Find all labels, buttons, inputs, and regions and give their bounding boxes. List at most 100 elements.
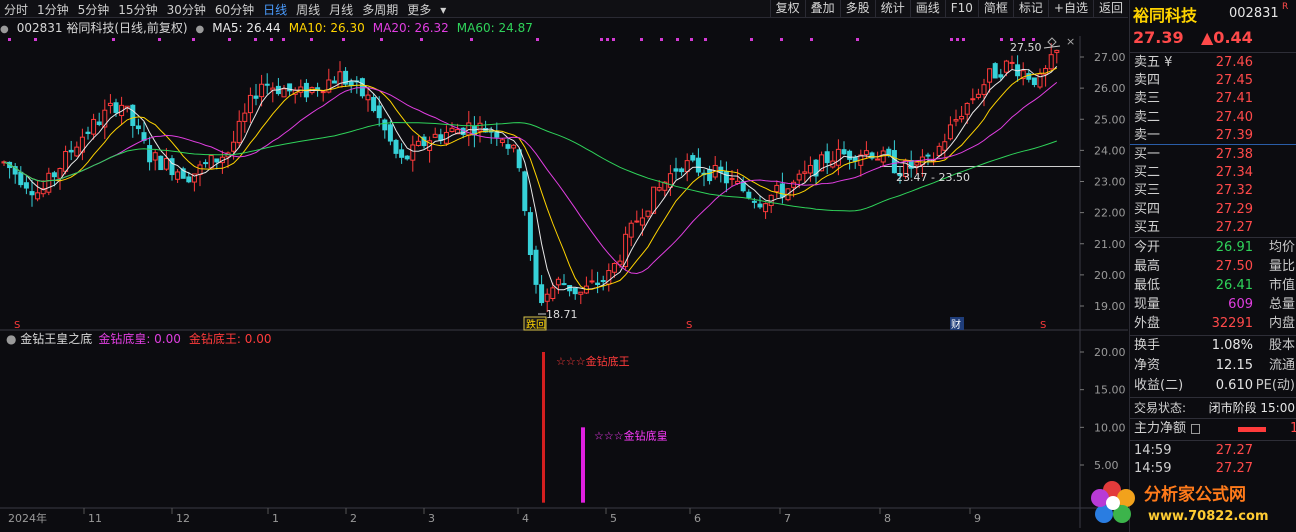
detail-icon[interactable]	[1191, 424, 1200, 434]
period-tab-3[interactable]: 15分钟	[118, 1, 157, 18]
candle-body	[757, 203, 763, 208]
s-marker[interactable]: S	[686, 320, 692, 331]
last-price: 27.39	[1133, 28, 1184, 47]
candle-body	[690, 155, 696, 161]
collapse-icon[interactable]: ●	[0, 24, 9, 35]
candle-body	[953, 119, 959, 122]
candle-body	[679, 168, 685, 173]
indicator-axis: 20.00 15.00 10.00 5.00	[1080, 346, 1126, 472]
candle-body	[259, 83, 265, 98]
candle-body	[135, 125, 141, 130]
toolbar-button-5[interactable]: F10	[944, 0, 978, 18]
time-label: 2024年	[8, 511, 47, 525]
ask-row: 卖五 ¥27.46	[1134, 55, 1253, 70]
toolbar-button-0[interactable]: 复权	[769, 0, 805, 18]
stat2-row: 换手 1.08% 股本	[1134, 338, 1295, 353]
candle-body	[987, 68, 993, 83]
price-tick: 25.00	[1094, 113, 1126, 126]
period-tab-0[interactable]: 分时	[4, 1, 28, 18]
toolbar-button-8[interactable]: +自选	[1047, 0, 1093, 18]
candle-body	[1026, 73, 1032, 80]
price-change: ▲0.44	[1201, 28, 1253, 47]
candle-body	[634, 220, 640, 223]
candle-body	[959, 115, 965, 120]
candle-body	[751, 200, 757, 203]
candle-body	[281, 88, 287, 98]
stock-code: 002831	[1229, 6, 1279, 21]
indicator-tick: 20.00	[1094, 346, 1126, 359]
toolbar-button-7[interactable]: 标记	[1012, 0, 1048, 18]
stock-title: 002831 裕同科技(日线,前复权)	[16, 21, 188, 35]
indicator-tick: 5.00	[1094, 459, 1119, 472]
ma20-value: MA20: 26.32	[372, 21, 449, 35]
period-toolbar: 分时 1分钟 5分钟 15分钟 30分钟 60分钟 日线 周线 月线 多周期 更多 ▾ 复权 叠加 多股统…	[0, 0, 1128, 18]
rebound-marker[interactable]: 跌回	[526, 318, 546, 331]
toolbar-button-2[interactable]: 多股	[839, 0, 875, 18]
candle-body	[914, 161, 920, 166]
watermark-text: 分析家公式网	[1144, 484, 1246, 505]
s-marker[interactable]: S	[1040, 320, 1046, 331]
candle-body	[29, 191, 35, 196]
candle-body	[550, 287, 556, 300]
period-tab-9[interactable]: 多周期	[362, 1, 398, 18]
king-bar	[542, 352, 545, 503]
watermark-url: www.70822.com	[1148, 509, 1269, 524]
more-dropdown-icon[interactable]: ▾	[440, 3, 446, 17]
candle-body	[152, 152, 158, 161]
candle-body	[331, 80, 337, 84]
toolbar-button-9[interactable]: 返回	[1092, 0, 1128, 18]
candle-body	[1054, 49, 1060, 53]
ma10-value: MA10: 26.30	[288, 21, 365, 35]
candle-body	[415, 140, 421, 147]
period-tab-6[interactable]: 日线	[263, 1, 287, 18]
candle-body	[242, 112, 248, 122]
candle-body	[163, 158, 169, 170]
candle-body	[998, 74, 1004, 78]
period-tab-5[interactable]: 60分钟	[215, 1, 254, 18]
collapse-icon[interactable]: ●	[6, 332, 20, 346]
period-tab-10[interactable]: 更多	[407, 1, 431, 18]
stock-name: 裕同科技	[1133, 6, 1198, 25]
candle-body	[1048, 54, 1054, 70]
period-tab-4[interactable]: 30分钟	[167, 1, 206, 18]
candle-body	[1003, 60, 1009, 73]
close-icon[interactable]: ×	[1066, 36, 1075, 48]
candle-body	[499, 139, 505, 143]
candle-body	[320, 91, 326, 94]
settings-icon[interactable]: ●	[196, 24, 205, 35]
mainforce-bar	[1238, 427, 1266, 432]
period-tab-8[interactable]: 月线	[329, 1, 353, 18]
low-annotation: 18.71	[546, 308, 578, 321]
stat-row: 今开 26.91 均价	[1134, 240, 1295, 255]
candle-body	[645, 210, 651, 217]
period-tab-7[interactable]: 周线	[296, 1, 320, 18]
main-force-row[interactable]: 主力净额 1	[1130, 420, 1296, 438]
s-marker[interactable]: S	[14, 320, 20, 331]
period-tab-1[interactable]: 1分钟	[37, 1, 69, 18]
time-label: 7	[784, 512, 791, 525]
kline-chart[interactable]: 27.0026.0025.0024.0023.0022.0021.0020.00…	[0, 36, 1128, 528]
diamond-icon[interactable]	[1047, 37, 1057, 47]
candle-body	[387, 124, 393, 142]
toolbar-button-3[interactable]: 统计	[874, 0, 910, 18]
toolbar-button-6[interactable]: 简框	[977, 0, 1013, 18]
candle-body	[779, 183, 785, 198]
toolbar-button-1[interactable]: 叠加	[804, 0, 840, 18]
candle-body	[572, 287, 578, 295]
price-tick: 24.00	[1094, 144, 1126, 157]
toolbar-button-4[interactable]: 画线	[909, 0, 945, 18]
candle-body	[522, 171, 528, 212]
emperor-bar	[581, 427, 585, 503]
period-tabs: 分时 1分钟 5分钟 15分钟 30分钟 60分钟 日线 周线 月线 多周期 更多 ▾	[4, 1, 455, 18]
candle-body	[197, 164, 203, 176]
candle-body	[875, 158, 881, 161]
fin-marker[interactable]: 财	[951, 318, 961, 331]
candle-body	[824, 151, 830, 164]
period-tab-2[interactable]: 5分钟	[78, 1, 110, 18]
stat2-row: 收益(二) 0.610 PE(动)	[1134, 378, 1295, 393]
candle-body	[802, 171, 808, 174]
price-tick: 22.00	[1094, 207, 1126, 220]
candle-body	[203, 162, 209, 165]
candle-body	[600, 280, 606, 283]
candle-body	[175, 171, 181, 180]
